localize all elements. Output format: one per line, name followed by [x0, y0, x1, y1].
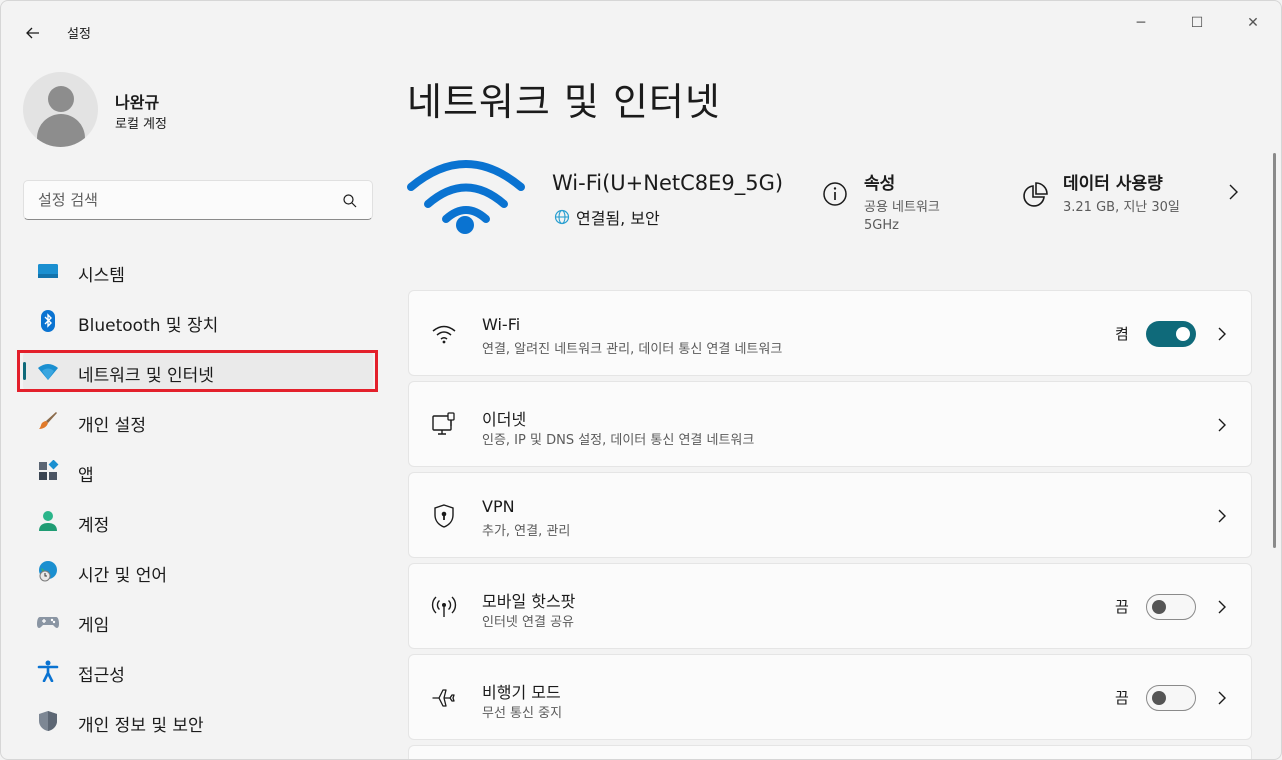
- properties-title[interactable]: 속성: [864, 169, 895, 194]
- page-title: 네트워크 및 인터넷: [407, 80, 721, 124]
- apps-icon: [39, 460, 59, 480]
- toggle-knob: [1152, 600, 1166, 614]
- card-partial[interactable]: [408, 745, 1252, 759]
- settings-window: 설정 ─ ☐ ✕ 나완규 로컬 계정 시스템 Bluetooth 및 장치 네트…: [0, 0, 1282, 760]
- card-ethernet[interactable]: 이더넷 인증, IP 및 DNS 설정, 데이터 통신 연결 네트워크: [408, 381, 1252, 467]
- accessibility-icon: [37, 660, 59, 682]
- back-arrow-icon: [26, 27, 39, 39]
- card-mobile-hotspot[interactable]: 모바일 핫스팟 인터넷 연결 공유 끔: [408, 563, 1252, 649]
- ethernet-icon: [432, 412, 455, 435]
- airplane-mode-toggle[interactable]: [1146, 685, 1196, 711]
- card-title: Wi-Fi: [482, 315, 521, 334]
- sidebar-item-label: 시스템: [78, 266, 125, 286]
- card-subtitle: 연결, 알려진 네트워크 관리, 데이터 통신 연결 네트워크: [482, 342, 783, 357]
- chevron-right-icon[interactable]: [1212, 688, 1232, 708]
- back-button[interactable]: [17, 17, 49, 49]
- sidebar-item-network[interactable]: 네트워크 및 인터넷: [23, 351, 373, 391]
- sidebar-item-accounts[interactable]: 계정: [23, 501, 373, 541]
- toggle-state-label: 끔: [1115, 689, 1129, 707]
- info-icon[interactable]: [822, 181, 848, 207]
- card-airplane-mode[interactable]: 비행기 모드 무선 통신 중지 끔: [408, 654, 1252, 740]
- hotspot-icon: [431, 596, 457, 617]
- card-subtitle: 추가, 연결, 관리: [482, 524, 571, 539]
- sidebar-item-system[interactable]: 시스템: [23, 251, 373, 291]
- network-status-text: 연결됨, 보안: [576, 209, 660, 228]
- card-subtitle: 무선 통신 중지: [482, 706, 563, 721]
- card-title: 이더넷: [482, 410, 527, 429]
- chevron-right-icon[interactable]: [1212, 415, 1232, 435]
- gamepad-icon: [37, 617, 59, 628]
- avatar-head: [48, 86, 74, 112]
- bluetooth-icon: [41, 310, 55, 332]
- card-title: 비행기 모드: [482, 683, 561, 702]
- sidebar-item-apps[interactable]: 앱: [23, 451, 373, 491]
- chevron-right-icon[interactable]: [1212, 324, 1232, 344]
- hotspot-toggle[interactable]: [1146, 594, 1196, 620]
- toggle-state-label: 끔: [1115, 598, 1129, 616]
- toggle-state-label: 켬: [1115, 325, 1129, 343]
- search-icon[interactable]: [342, 193, 358, 209]
- minimize-button[interactable]: ─: [1118, 9, 1164, 37]
- avatar-body: [37, 114, 85, 147]
- card-subtitle: 인증, IP 및 DNS 설정, 데이터 통신 연결 네트워크: [482, 433, 755, 448]
- sidebar-item-label: Bluetooth 및 장치: [78, 316, 219, 336]
- data-usage-icon[interactable]: [1021, 181, 1049, 209]
- card-wifi[interactable]: Wi-Fi 연결, 알려진 네트워크 관리, 데이터 통신 연결 네트워크 켬: [408, 290, 1252, 376]
- sidebar-item-time-language[interactable]: 시간 및 언어: [23, 551, 373, 591]
- sidebar-item-label: 개인 설정: [78, 416, 146, 436]
- app-title: 설정: [67, 27, 91, 42]
- sidebar-item-personalization[interactable]: 개인 설정: [23, 401, 373, 441]
- title-bar: 설정 ─ ☐ ✕: [1, 1, 1281, 49]
- search-box: [23, 180, 373, 220]
- toggle-knob: [1152, 691, 1166, 705]
- sidebar-item-label: 앱: [78, 466, 94, 486]
- sidebar-item-gaming[interactable]: 게임: [23, 601, 373, 641]
- vpn-shield-icon: [434, 504, 454, 528]
- card-title: 모바일 핫스팟: [482, 592, 576, 611]
- shield-icon: [39, 711, 57, 731]
- globe-clock-icon: [39, 561, 57, 582]
- globe-icon: [554, 209, 570, 225]
- data-usage-title[interactable]: 데이터 사용량: [1063, 169, 1163, 194]
- airplane-icon: [432, 689, 455, 707]
- network-status: 연결됨, 보안: [554, 205, 660, 229]
- chevron-right-icon[interactable]: [1212, 597, 1232, 617]
- sidebar-item-label: 접근성: [78, 666, 125, 686]
- properties-network-type: 공용 네트워크: [864, 200, 940, 215]
- sidebar-item-accessibility[interactable]: 접근성: [23, 651, 373, 691]
- profile-name: 나완규: [115, 93, 160, 112]
- maximize-button[interactable]: ☐: [1174, 9, 1220, 37]
- wifi-icon: [432, 325, 456, 344]
- sidebar-item-label: 시간 및 언어: [78, 566, 168, 586]
- chevron-right-icon[interactable]: [1212, 506, 1232, 526]
- profile-account-type: 로컬 계정: [115, 117, 167, 132]
- sidebar-item-label: 개인 정보 및 보안: [78, 716, 204, 736]
- card-vpn[interactable]: VPN 추가, 연결, 관리: [408, 472, 1252, 558]
- sidebar-item-label: 계정: [78, 516, 110, 536]
- sidebar-item-privacy[interactable]: 개인 정보 및 보안: [23, 701, 373, 741]
- sidebar-item-label: 네트워크 및 인터넷: [78, 366, 214, 386]
- chevron-right-icon[interactable]: [1223, 182, 1243, 202]
- close-button[interactable]: ✕: [1230, 9, 1276, 37]
- system-icon: [38, 264, 58, 278]
- avatar[interactable]: [23, 72, 98, 147]
- account-icon: [39, 511, 57, 531]
- sidebar-item-label: 게임: [78, 616, 110, 636]
- wifi-icon: [38, 364, 58, 380]
- scrollbar[interactable]: [1273, 153, 1276, 548]
- wifi-large-icon: [407, 160, 525, 234]
- network-name: Wi-Fi(U+NetC8E9_5G): [552, 171, 784, 195]
- active-indicator: [23, 362, 26, 380]
- toggle-knob: [1176, 327, 1190, 341]
- data-usage-value: 3.21 GB, 지난 30일: [1063, 200, 1180, 215]
- card-title: VPN: [482, 497, 515, 516]
- brush-icon: [39, 412, 57, 429]
- search-input[interactable]: [24, 181, 372, 219]
- properties-band: 5GHz: [864, 218, 899, 233]
- sidebar-item-bluetooth[interactable]: Bluetooth 및 장치: [23, 301, 373, 341]
- card-subtitle: 인터넷 연결 공유: [482, 615, 574, 630]
- wifi-toggle[interactable]: [1146, 321, 1196, 347]
